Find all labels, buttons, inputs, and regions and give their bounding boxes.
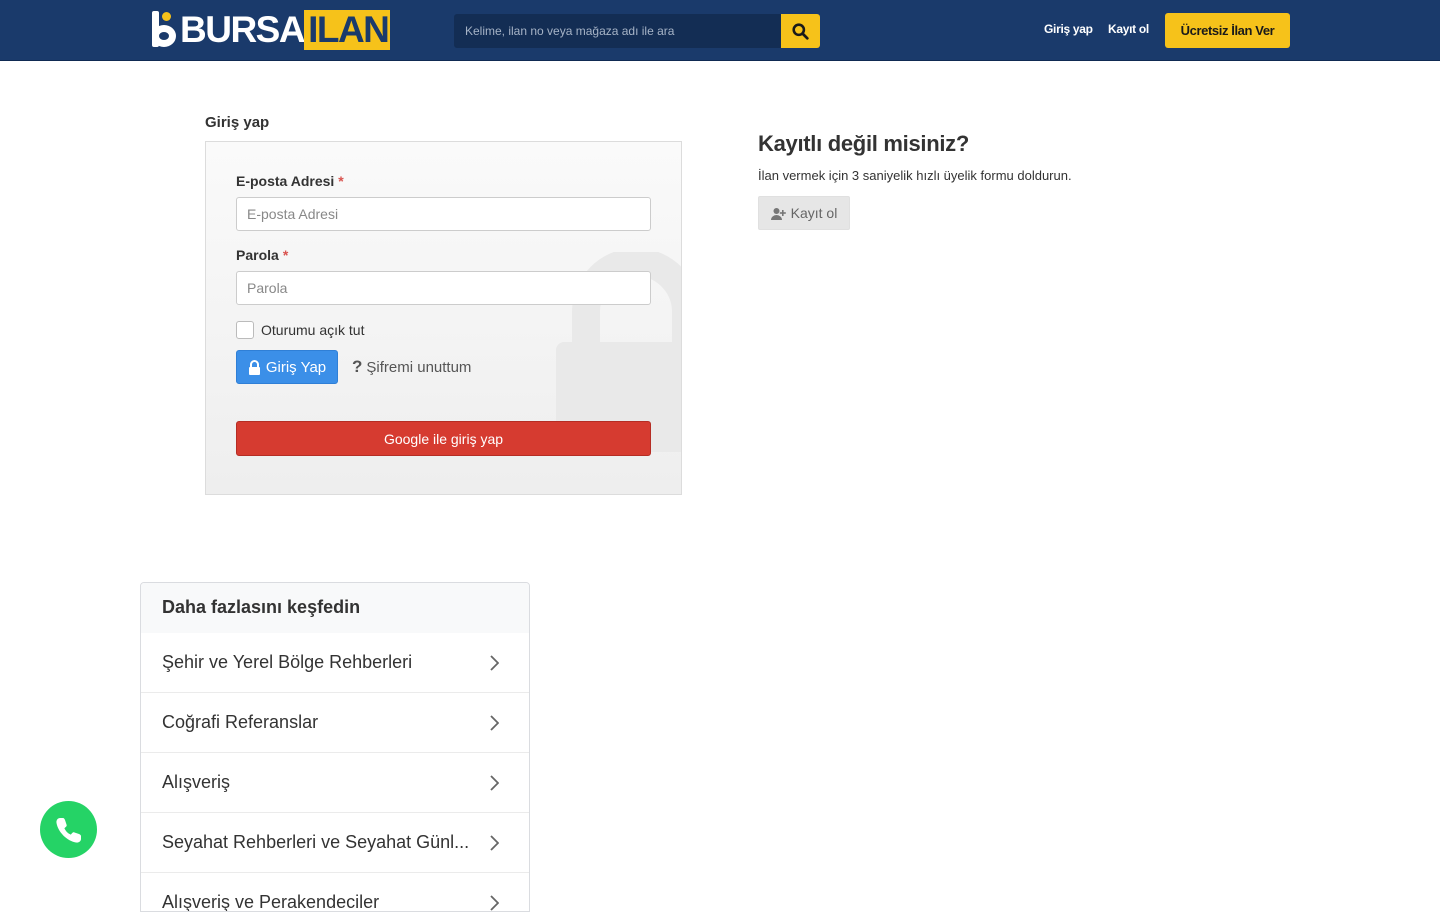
password-label: Parola * [236, 247, 289, 263]
email-field[interactable] [236, 197, 651, 231]
top-navbar: BURSA ILAN Giriş yap Kayıt ol Ücretsiz İ… [0, 0, 1440, 61]
explore-item-label: Şehir ve Yerel Bölge Rehberleri [162, 652, 413, 672]
explore-item-label: Alışveriş ve Perakendeciler [162, 892, 380, 912]
explore-item[interactable]: Şehir ve Yerel Bölge Rehberleri [141, 633, 529, 693]
explore-item-label: Seyahat Rehberleri ve Seyahat Günl... [162, 832, 470, 852]
site-logo[interactable]: BURSA ILAN [150, 9, 391, 50]
explore-item[interactable]: Alışveriş [141, 753, 529, 813]
chevron-right-icon [489, 774, 499, 791]
chevron-right-icon [489, 714, 499, 731]
logo-text-ilan: ILAN [304, 10, 391, 50]
question-icon: ? [352, 357, 363, 376]
register-title: Kayıtlı değil misiniz? [758, 131, 969, 156]
explore-title: Daha fazlasını keşfedin [141, 583, 529, 633]
login-button-label: Giriş Yap [265, 358, 327, 376]
explore-item-label: Coğrafi Referanslar [162, 712, 319, 732]
whatsapp-phone-icon [55, 817, 81, 843]
search-icon [792, 22, 809, 40]
remember-me[interactable]: Oturumu açık tut [236, 321, 364, 339]
forgot-password-link[interactable]: ? Şifremi unuttum [352, 357, 471, 377]
login-button[interactable]: Giriş Yap [236, 350, 338, 384]
lock-icon [248, 359, 261, 375]
search-input[interactable] [454, 14, 781, 48]
explore-item[interactable]: Seyahat Rehberleri ve Seyahat Günl... [141, 813, 529, 873]
explore-item[interactable]: Alışveriş ve Perakendeciler [141, 873, 529, 912]
logo-mark-icon [150, 11, 178, 49]
login-title: Giriş yap [205, 114, 270, 131]
remember-checkbox[interactable] [236, 321, 254, 339]
register-button[interactable]: Kayıt ol [758, 196, 850, 230]
remember-label: Oturumu açık tut [261, 322, 365, 338]
login-form-panel: E-posta Adresi* Parola* Oturumu açık tut… [205, 141, 682, 495]
google-login-button[interactable]: Google ile giriş yap [236, 421, 651, 456]
register-button-label: Kayıt ol [790, 205, 838, 221]
nav-register-link[interactable]: Kayıt ol [1108, 22, 1149, 36]
explore-item[interactable]: Coğrafi Referanslar [141, 693, 529, 753]
explore-item-label: Alışveriş [162, 772, 231, 792]
chevron-right-icon [489, 654, 499, 671]
email-label: E-posta Adresi * [236, 173, 344, 189]
logo-text-bursa: BURSA [180, 9, 306, 50]
register-description: İlan vermek için 3 saniyelik hızlı üyeli… [758, 168, 1072, 183]
chevron-right-icon [489, 834, 499, 851]
post-free-ad-button[interactable]: Ücretsiz İlan Ver [1165, 13, 1290, 48]
nav-login-link[interactable]: Giriş yap [1044, 22, 1093, 36]
whatsapp-button[interactable] [40, 801, 97, 858]
forgot-password-label: Şifremi unuttum [366, 358, 472, 376]
chevron-right-icon [489, 894, 499, 911]
search-button[interactable] [781, 14, 820, 48]
explore-panel: Daha fazlasını keşfedin Şehir ve Yerel B… [140, 582, 530, 912]
search-bar [454, 14, 820, 48]
password-field[interactable] [236, 271, 651, 305]
user-plus-icon [770, 207, 786, 220]
